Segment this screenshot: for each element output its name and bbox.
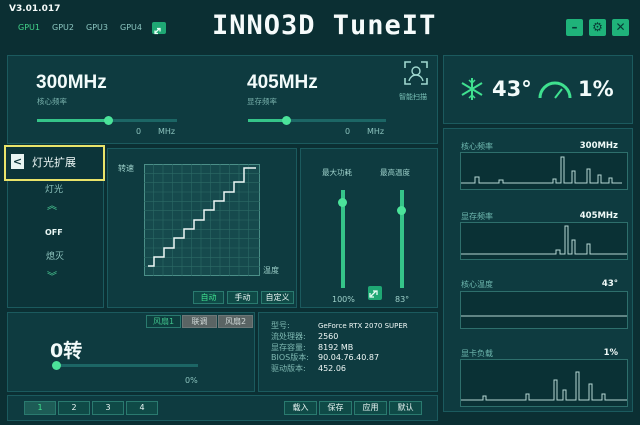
settings-button[interactable]: ⚙ <box>589 19 606 36</box>
gear-icon: ⚙ <box>592 20 603 34</box>
info-values: GeForce RTX 2070 SUPER 2560 8192 MB 90.0… <box>318 321 408 375</box>
power-slider-knob[interactable] <box>338 198 347 207</box>
mem-slider-unit: MHz <box>367 127 385 136</box>
save-button[interactable]: 保存 <box>319 401 352 415</box>
temp-limit-slider[interactable] <box>397 190 406 288</box>
power-limit-label: 最大功耗 <box>322 168 352 177</box>
temp-limit-value: 83° <box>395 295 410 304</box>
close-icon: ✕ <box>615 20 626 34</box>
tab-gpu1[interactable]: GPU1 <box>18 23 40 32</box>
mem-clock-label: 显存频率 <box>247 97 277 106</box>
snowflake-icon <box>461 78 483 100</box>
info-value-shaders: 2560 <box>318 331 339 341</box>
temp-limit-label: 最高温度 <box>380 168 410 177</box>
info-value-model: GeForce RTX 2070 SUPER <box>318 322 408 330</box>
mem-clock-slider[interactable] <box>248 116 386 125</box>
monitor-core-label: 核心频率 <box>461 142 493 151</box>
gpu-temp-value: 43° <box>492 77 532 101</box>
mem-slider-knob[interactable] <box>282 116 291 125</box>
tab-gpu4[interactable]: GPU4 <box>120 23 142 32</box>
gauge-icon <box>538 81 572 99</box>
profile-4[interactable]: 4 <box>126 401 158 415</box>
tab-fan1[interactable]: 风扇1 <box>146 315 181 328</box>
link-icon <box>369 290 378 298</box>
version-label: V3.01.017 <box>9 4 61 14</box>
info-labels: 型号: 流处理器: 显存容量: BIOS版本: 驱动版本: <box>271 321 309 375</box>
gpu-load-value: 1% <box>578 77 614 101</box>
power-limit-slider[interactable] <box>338 190 347 288</box>
link-icon[interactable] <box>152 22 166 35</box>
tab-gpu3[interactable]: GPU3 <box>86 23 108 32</box>
fan-curve-xlabel: 温度 <box>263 266 279 275</box>
default-button[interactable]: 默认 <box>389 401 422 415</box>
fan-slider-knob[interactable] <box>52 361 61 370</box>
led-label: 灯光 <box>45 185 64 195</box>
smart-scan-label: 智能扫描 <box>399 93 427 101</box>
core-slider-knob[interactable] <box>104 116 113 125</box>
info-value-memory: 8192 MB <box>318 342 354 352</box>
fan-mode-custom[interactable]: 自定义 <box>261 291 294 304</box>
profile-3[interactable]: 3 <box>92 401 124 415</box>
info-label-model: 型号: <box>271 321 290 330</box>
load-graph <box>460 359 628 407</box>
info-label-driver: 驱动版本: <box>271 364 306 374</box>
info-value-bios: 90.04.76.40.87 <box>318 353 380 363</box>
power-panel <box>300 148 438 308</box>
monitor-mem-value: 405MHz <box>579 211 618 221</box>
fan-mode-manual[interactable]: 手动 <box>227 291 258 304</box>
mem-clock-value: 405MHz <box>247 72 318 93</box>
temp-graph <box>460 291 628 329</box>
info-label-memory: 显存容量: <box>271 342 306 352</box>
core-clock-label: 核心频率 <box>37 97 67 106</box>
core-clock-slider[interactable] <box>37 116 177 125</box>
smart-scan-button[interactable]: 智能扫描 <box>395 60 431 102</box>
profile-2[interactable]: 2 <box>58 401 90 415</box>
minimize-button[interactable]: – <box>566 19 583 36</box>
monitor-temp-value: 43° <box>601 279 618 289</box>
core-clock-value: 300MHz <box>36 72 107 93</box>
apply-button[interactable]: 应用 <box>354 401 387 415</box>
power-limit-value: 100% <box>332 295 355 304</box>
led-expand-button[interactable]: < 灯光扩展 <box>4 145 105 181</box>
load-button[interactable]: 载入 <box>284 401 317 415</box>
monitor-load-label: 显卡负载 <box>461 349 493 358</box>
mem-clock-graph <box>460 222 630 260</box>
led-up-arrow[interactable]: ︽ <box>47 197 57 212</box>
led-effect: 熄灭 <box>46 252 65 262</box>
info-label-bios: BIOS版本: <box>271 353 309 363</box>
profile-1[interactable]: 1 <box>24 401 56 415</box>
led-down-arrow[interactable]: ︾ <box>47 268 57 283</box>
fan-speed-value: 0转 <box>50 340 83 362</box>
monitor-load-value: 1% <box>603 348 618 358</box>
close-button[interactable]: ✕ <box>612 19 629 36</box>
monitor-temp-label: 核心温度 <box>461 280 493 289</box>
temp-slider-knob[interactable] <box>397 206 406 215</box>
tab-gpu2[interactable]: GPU2 <box>52 23 74 32</box>
chevron-left-icon: < <box>11 154 24 169</box>
mem-slider-value: 0 <box>345 127 351 136</box>
fan-mode-auto[interactable]: 自动 <box>193 291 224 304</box>
info-value-driver: 452.06 <box>318 364 346 374</box>
monitor-mem-label: 显存频率 <box>461 212 493 221</box>
core-slider-unit: MHz <box>158 127 176 136</box>
fan-speed-percent: 0% <box>185 376 198 385</box>
info-label-shaders: 流处理器: <box>271 331 306 341</box>
monitor-core-value: 300MHz <box>579 141 618 151</box>
app-title: INNO3D TuneIT <box>212 10 437 41</box>
face-scan-icon <box>403 61 428 85</box>
core-slider-value: 0 <box>136 127 142 136</box>
led-expand-label: 灯光扩展 <box>32 156 76 169</box>
tab-fan-sync[interactable]: 联调 <box>182 315 217 328</box>
core-clock-graph <box>460 152 628 190</box>
fan-speed-slider[interactable] <box>52 361 198 370</box>
fan-curve-ylabel: 转速 <box>118 164 134 173</box>
fan-curve-graph[interactable] <box>144 164 260 276</box>
led-state: OFF <box>45 228 63 237</box>
tab-fan2[interactable]: 风扇2 <box>218 315 253 328</box>
link-sliders-button[interactable] <box>368 286 382 300</box>
